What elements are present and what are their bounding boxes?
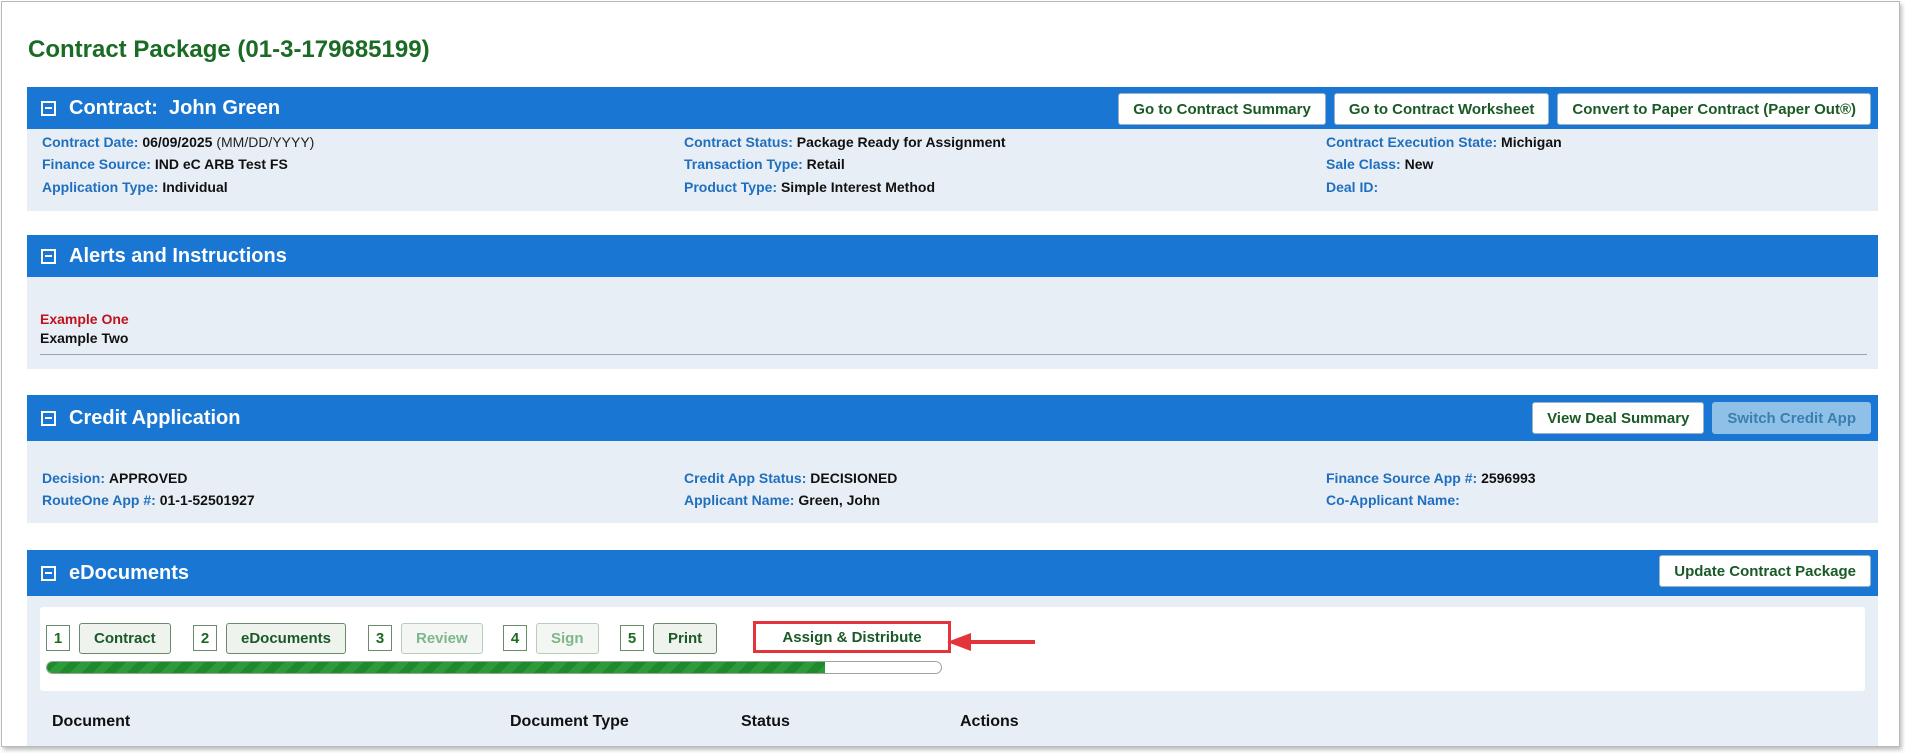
step-review-button[interactable]: Review [401,623,483,654]
credit-application-panel: Credit Application View Deal Summary Swi… [27,395,1878,523]
finance-source-app-value: 2596993 [1481,470,1536,486]
update-contract-package-button[interactable]: Update Contract Package [1659,555,1871,587]
finance-source-label: Finance Source: [42,156,151,172]
step-sign-button[interactable]: Sign [536,623,599,654]
view-deal-summary-button[interactable]: View Deal Summary [1532,402,1705,434]
application-type-label: Application Type: [42,179,159,195]
step-assign-distribute[interactable]: Assign & Distribute [753,621,951,653]
credit-app-status-row: Credit App Status: DECISIONED [684,470,897,486]
credit-app-status-value: DECISIONED [810,470,898,486]
instruction-item: Example Two [40,330,129,346]
contract-status-value: Package Ready for Assignment [796,134,1006,150]
column-header-document: Document [52,713,131,730]
column-header-status: Status [741,713,790,730]
go-to-contract-summary-button[interactable]: Go to Contract Summary [1118,93,1326,125]
routeone-app-label: RouteOne App #: [42,492,156,508]
transaction-type-row: Transaction Type: Retail [684,156,845,172]
credit-panel-title: Credit Application [69,406,241,429]
edocuments-panel-title: eDocuments [69,561,190,584]
product-type-value: Simple Interest Method [780,179,935,195]
divider [40,354,1867,355]
product-type-row: Product Type: Simple Interest Method [684,179,935,195]
convert-to-paper-contract-button[interactable]: Convert to Paper Contract (Paper Out®) [1557,93,1871,125]
finance-source-row: Finance Source: IND eC ARB Test FS [42,156,288,172]
transaction-type-label: Transaction Type: [684,156,803,172]
collapse-icon[interactable] [41,410,56,426]
step-number: 5 [620,625,644,651]
column-header-actions: Actions [960,713,1019,730]
contract-status-row: Contract Status: Package Ready for Assig… [684,134,1006,150]
applicant-name-label: Applicant Name: [684,492,795,508]
progress-fill [47,662,825,673]
step-number: 2 [193,625,217,651]
execution-state-row: Contract Execution State: Michigan [1326,134,1562,150]
applicant-name-value: Green, John [798,492,881,508]
step-contract-button[interactable]: Contract [79,623,171,654]
contract-date-label: Contract Date: [42,134,139,150]
decision-row: Decision: APPROVED [42,470,187,486]
contract-date-row: Contract Date: 06/09/2025 (MM/DD/YYYY) [42,134,314,150]
deal-id-label: Deal ID: [1326,179,1379,195]
finance-source-value: IND eC ARB Test FS [154,156,288,172]
alerts-panel-title: Alerts and Instructions [69,244,287,267]
step-number: 3 [368,625,392,651]
routeone-app-row: RouteOne App #: 01-1-52501927 [42,492,255,508]
collapse-icon[interactable] [41,248,56,264]
applicant-name-row: Applicant Name: Green, John [684,492,880,508]
application-type-value: Individual [162,179,228,195]
switch-credit-app-button[interactable]: Switch Credit App [1712,402,1871,434]
deal-id-row: Deal ID: [1326,179,1378,195]
step-number: 4 [503,625,527,651]
contract-panel-title: Contract: John Green [69,96,281,119]
finance-source-app-row: Finance Source App #: 2596993 [1326,470,1536,486]
contract-date-value: 06/09/2025 [142,134,213,150]
step-print-button[interactable]: Print [653,623,718,654]
transaction-type-value: Retail [806,156,845,172]
decision-label: Decision: [42,470,106,486]
execution-state-value: Michigan [1501,134,1562,150]
alerts-panel-header: Alerts and Instructions [27,235,1878,277]
collapse-icon[interactable] [41,100,56,116]
page-title: Contract Package (01-3-179685199) [28,36,430,63]
routeone-app-value: 01-1-52501927 [159,492,255,508]
alert-item: Example One [40,311,129,327]
callout-arrow-icon [947,633,1035,651]
finance-source-app-label: Finance Source App #: [1326,470,1478,486]
credit-panel-header: Credit Application View Deal Summary Swi… [27,395,1878,441]
application-type-row: Application Type: Individual [42,179,228,195]
window-frame: Contract Package (01-3-179685199) Contra… [1,1,1900,747]
co-applicant-row: Co-Applicant Name: [1326,492,1460,508]
step-number: 1 [46,625,70,651]
alerts-panel: Alerts and Instructions Example One Exam… [27,235,1878,369]
execution-state-label: Contract Execution State: [1326,134,1498,150]
go-to-contract-worksheet-button[interactable]: Go to Contract Worksheet [1333,93,1550,125]
contract-date-hint: (MM/DD/YYYY) [216,134,315,150]
co-applicant-label: Co-Applicant Name: [1326,492,1460,508]
progress-bar [46,661,942,674]
contract-panel-header: Contract: John Green Go to Contract Summ… [27,87,1878,129]
step-edocuments-button[interactable]: eDocuments [226,623,347,654]
decision-value: APPROVED [108,470,188,486]
column-header-document-type: Document Type [510,713,629,730]
sale-class-label: Sale Class: [1326,156,1401,172]
collapse-icon[interactable] [41,565,56,581]
edocuments-panel-header: eDocuments Update Contract Package [27,550,1878,596]
contract-status-label: Contract Status: [684,134,793,150]
contract-panel: Contract: John Green Go to Contract Summ… [27,87,1878,211]
sale-class-row: Sale Class: New [1326,156,1433,172]
product-type-label: Product Type: [684,179,778,195]
sale-class-value: New [1404,156,1434,172]
credit-app-status-label: Credit App Status: [684,470,807,486]
